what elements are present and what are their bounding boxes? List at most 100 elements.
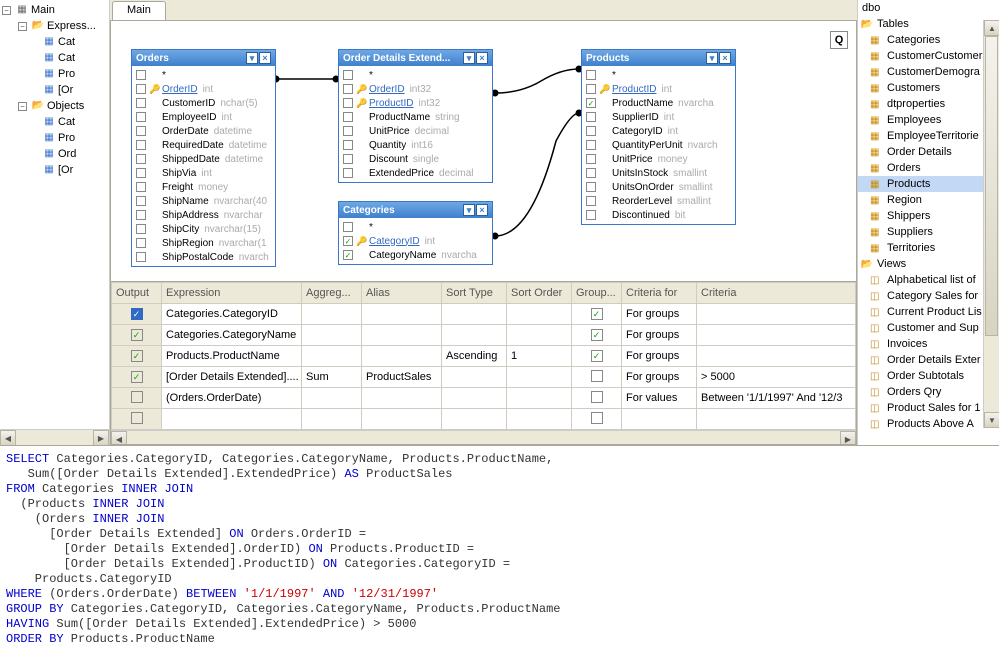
checkbox-icon[interactable] xyxy=(343,126,353,136)
minimize-icon[interactable]: ▾ xyxy=(706,52,718,64)
alias-cell[interactable]: ProductSales xyxy=(362,367,442,388)
group-cell[interactable] xyxy=(572,367,622,388)
checkbox-icon[interactable]: ✓ xyxy=(591,329,603,341)
select-all-row[interactable]: * xyxy=(132,68,275,82)
sort-type-cell[interactable] xyxy=(442,409,507,430)
collapse-icon[interactable]: − xyxy=(2,6,11,15)
minimize-icon[interactable]: ▾ xyxy=(463,52,475,64)
criteria-cell[interactable] xyxy=(697,346,856,367)
checkbox-icon[interactable] xyxy=(591,412,603,424)
close-icon[interactable]: × xyxy=(719,52,731,64)
group-cell[interactable]: ✓ xyxy=(572,325,622,346)
sort-order-cell[interactable]: 1 xyxy=(507,346,572,367)
grid-header[interactable]: Aggreg... xyxy=(302,283,362,304)
aggregate-cell[interactable] xyxy=(302,304,362,325)
views-folder[interactable]: 📂Views xyxy=(858,256,999,272)
checkbox-icon[interactable]: ✓ xyxy=(131,329,143,341)
alias-cell[interactable] xyxy=(362,346,442,367)
checkbox-icon[interactable] xyxy=(586,210,596,220)
column-row[interactable]: ShippedDatedatetime xyxy=(132,152,275,166)
collapse-icon[interactable]: − xyxy=(18,102,27,111)
criteria-for-cell[interactable] xyxy=(622,409,697,430)
column-row[interactable]: SupplierIDint xyxy=(582,110,735,124)
alias-cell[interactable] xyxy=(362,304,442,325)
schema-table-item[interactable]: ▦Territories xyxy=(858,240,999,256)
checkbox-icon[interactable] xyxy=(586,168,596,178)
schema-view-item[interactable]: ◫Customer and Sup xyxy=(858,320,999,336)
checkbox-icon[interactable] xyxy=(591,370,603,382)
alias-cell[interactable] xyxy=(362,388,442,409)
checkbox-icon[interactable] xyxy=(136,154,146,164)
checkbox-icon[interactable] xyxy=(586,112,596,122)
tree-folder[interactable]: −📂Express... xyxy=(2,18,109,34)
tree-child[interactable]: ▦[Or xyxy=(2,82,109,98)
select-all-row[interactable]: * xyxy=(339,68,492,82)
schema-table-item[interactable]: ▦Suppliers xyxy=(858,224,999,240)
scroll-left-icon[interactable]: ◀ xyxy=(111,431,127,445)
sort-type-cell[interactable] xyxy=(442,367,507,388)
schema-view-item[interactable]: ◫Order Details Exter xyxy=(858,352,999,368)
column-row[interactable]: ✓ProductNamenvarcha xyxy=(582,96,735,110)
sql-pane[interactable]: SELECT Categories.CategoryID, Categories… xyxy=(0,445,999,661)
checkbox-icon[interactable] xyxy=(136,112,146,122)
column-row[interactable]: UnitsOnOrdersmallint xyxy=(582,180,735,194)
column-row[interactable]: UnitPricedecimal xyxy=(339,124,492,138)
checkbox-icon[interactable] xyxy=(136,182,146,192)
scroll-right-icon[interactable]: ▶ xyxy=(93,430,109,446)
criteria-for-cell[interactable]: For values xyxy=(622,388,697,409)
center-hscrollbar[interactable]: ◀ ▶ xyxy=(111,430,856,445)
criteria-for-cell[interactable]: For groups xyxy=(622,325,697,346)
alias-cell[interactable] xyxy=(362,409,442,430)
scroll-right-icon[interactable]: ▶ xyxy=(840,431,856,445)
right-vscrollbar[interactable]: ▲ ▼ xyxy=(983,20,999,428)
minimize-icon[interactable]: ▾ xyxy=(463,204,475,216)
tree-child[interactable]: ▦Cat xyxy=(2,114,109,130)
criteria-cell[interactable] xyxy=(697,304,856,325)
checkbox-icon[interactable] xyxy=(343,112,353,122)
checkbox-icon[interactable] xyxy=(343,98,353,108)
schema-table-item[interactable]: ▦Customers xyxy=(858,80,999,96)
aggregate-cell[interactable] xyxy=(302,346,362,367)
scroll-up-icon[interactable]: ▲ xyxy=(984,20,999,36)
schema-table-item[interactable]: ▦EmployeeTerritorie xyxy=(858,128,999,144)
sort-order-cell[interactable] xyxy=(507,367,572,388)
schema-table-item[interactable]: ▦Region xyxy=(858,192,999,208)
checkbox-icon[interactable]: ✓ xyxy=(591,308,603,320)
schema-view-item[interactable]: ◫Orders Qry xyxy=(858,384,999,400)
checkbox-icon[interactable] xyxy=(343,140,353,150)
checkbox-icon[interactable]: ✓ xyxy=(131,371,143,383)
criteria-cell[interactable]: > 5000 xyxy=(697,367,856,388)
sort-type-cell[interactable]: Ascending xyxy=(442,346,507,367)
checkbox-icon[interactable] xyxy=(136,210,146,220)
checkbox-icon[interactable]: ✓ xyxy=(343,236,353,246)
tables-folder[interactable]: 📂Tables xyxy=(858,16,999,32)
grid-header[interactable]: Sort Order xyxy=(507,283,572,304)
grid-header[interactable]: Criteria xyxy=(697,283,856,304)
schema-table-item[interactable]: ▦CustomerCustomer xyxy=(858,48,999,64)
group-cell[interactable] xyxy=(572,388,622,409)
column-row[interactable]: UnitsInStocksmallint xyxy=(582,166,735,180)
schema-view-item[interactable]: ◫Order Subtotals xyxy=(858,368,999,384)
schema-view-item[interactable]: ◫Current Product Lis xyxy=(858,304,999,320)
grid-row[interactable]: ✓[Order Details Extended]....SumProductS… xyxy=(112,367,856,388)
grid-row[interactable] xyxy=(112,409,856,430)
column-row[interactable]: CategoryIDint xyxy=(582,124,735,138)
checkbox-icon[interactable] xyxy=(136,84,146,94)
grid-row[interactable]: ✓Categories.CategoryName✓For groups xyxy=(112,325,856,346)
column-row[interactable]: Discountsingle xyxy=(339,152,492,166)
grid-header[interactable]: Output xyxy=(112,283,162,304)
tab-main[interactable]: Main xyxy=(112,1,166,20)
table-box-categories[interactable]: Categories▾× * ✓🔑CategoryIDint✓CategoryN… xyxy=(338,201,493,265)
checkbox-icon[interactable] xyxy=(586,154,596,164)
checkbox-icon[interactable]: ✓ xyxy=(131,308,143,320)
column-row[interactable]: 🔑ProductIDint32 xyxy=(339,96,492,110)
group-cell[interactable] xyxy=(572,409,622,430)
column-row[interactable]: ✓🔑CategoryIDint xyxy=(339,234,492,248)
schema-table-item[interactable]: ▦Employees xyxy=(858,112,999,128)
close-icon[interactable]: × xyxy=(476,204,488,216)
schema-view-item[interactable]: ◫Product Sales for 1 xyxy=(858,400,999,416)
column-row[interactable]: ShipRegionnvarchar(1 xyxy=(132,236,275,250)
alias-cell[interactable] xyxy=(362,325,442,346)
grid-header[interactable]: Sort Type xyxy=(442,283,507,304)
sort-type-cell[interactable] xyxy=(442,388,507,409)
